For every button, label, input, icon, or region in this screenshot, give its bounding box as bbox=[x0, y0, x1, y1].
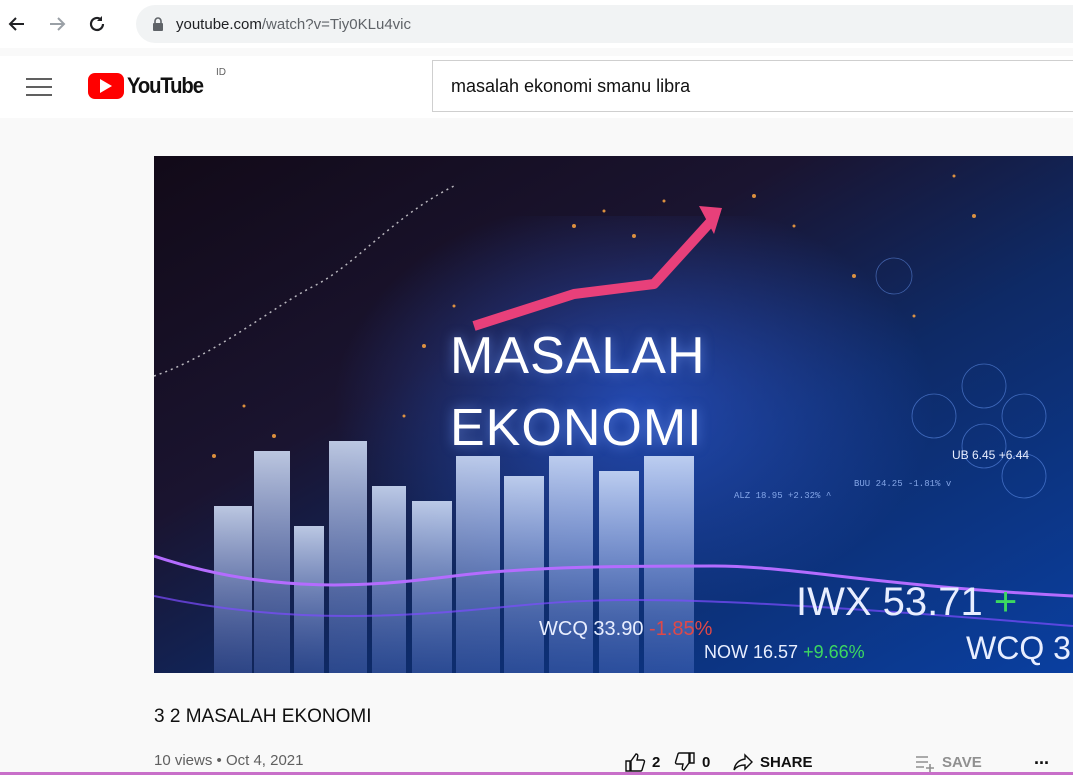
ticker-wcq-right: WCQ 3 bbox=[966, 630, 1071, 666]
svg-text:BUU 24.25 -1.81% v: BUU 24.25 -1.81% v bbox=[854, 479, 952, 489]
ticker-iwx-change: + bbox=[993, 580, 1018, 624]
like-button[interactable]: 2 bbox=[624, 752, 660, 772]
search-input[interactable]: masalah ekonomi smanu libra bbox=[432, 60, 1073, 112]
save-label: SAVE bbox=[942, 753, 982, 771]
svg-text:ALZ 18.95 +2.32% ^: ALZ 18.95 +2.32% ^ bbox=[734, 491, 831, 501]
more-icon: ... bbox=[1034, 748, 1050, 768]
ticker-now-value: NOW 16.57 bbox=[704, 642, 799, 662]
arrow-left-icon bbox=[8, 17, 24, 31]
browser-toolbar: youtube.com/watch?v=Tiy0KLu4vic bbox=[0, 0, 1073, 48]
hamburger-menu-icon[interactable] bbox=[26, 77, 52, 97]
share-button[interactable]: SHARE bbox=[732, 752, 813, 772]
ticker-wcq-change: -1.85% bbox=[649, 618, 713, 640]
logo-text: YouTube bbox=[127, 73, 204, 98]
share-icon bbox=[733, 753, 753, 771]
video-meta-row: 10 views • Oct 4, 2021 2 0 SHARE SAVE ..… bbox=[154, 748, 1073, 774]
region-code: ID bbox=[216, 67, 226, 78]
url-host: youtube.com bbox=[176, 15, 262, 33]
youtube-header: YouTube ID masalah ekonomi smanu libra bbox=[0, 56, 1073, 118]
ticker-wcq-mid: WCQ 33.90 -1.85% bbox=[539, 618, 712, 641]
like-count: 2 bbox=[652, 753, 661, 771]
youtube-logo[interactable]: YouTube ID bbox=[88, 67, 226, 99]
forward-button[interactable] bbox=[44, 11, 70, 37]
save-button[interactable]: SAVE bbox=[914, 752, 982, 772]
back-button[interactable] bbox=[4, 11, 30, 37]
share-label: SHARE bbox=[760, 753, 813, 771]
url-text: youtube.com/watch?v=Tiy0KLu4vic bbox=[176, 16, 411, 33]
ticker-ub: UB 6.45 +6.44 bbox=[952, 448, 1030, 462]
thumbnail-title-line1: MASALAH bbox=[450, 327, 706, 385]
video-player[interactable]: ALZ 18.95 +2.32% ^ BUU 24.25 -1.81% v MA… bbox=[154, 156, 1073, 673]
dislike-button[interactable]: 0 bbox=[674, 752, 710, 772]
video-stats: 10 views • Oct 4, 2021 bbox=[154, 752, 304, 769]
arrow-right-icon bbox=[50, 17, 66, 31]
ticker-now: NOW 16.57 +9.66% bbox=[704, 642, 865, 663]
ticker-iwx: IWX 53.71 + bbox=[796, 580, 1017, 625]
playlist-add-icon bbox=[916, 756, 934, 772]
dislike-count: 0 bbox=[702, 753, 711, 771]
reload-icon bbox=[89, 16, 105, 32]
ticker-iwx-value: IWX 53.71 bbox=[796, 580, 983, 624]
play-logo-icon bbox=[88, 73, 124, 99]
reload-button[interactable] bbox=[84, 11, 110, 37]
url-path: /watch?v=Tiy0KLu4vic bbox=[261, 15, 411, 33]
lock-icon bbox=[153, 17, 163, 31]
video-title: 3 2 MASALAH EKONOMI bbox=[154, 706, 372, 727]
thumbs-down-icon bbox=[674, 752, 695, 771]
thumbs-up-icon bbox=[625, 753, 646, 772]
address-bar[interactable]: youtube.com/watch?v=Tiy0KLu4vic bbox=[136, 5, 1073, 43]
ticker-now-change: +9.66% bbox=[803, 642, 865, 662]
ticker-wcq-value: WCQ 33.90 bbox=[539, 618, 644, 640]
more-actions-button[interactable]: ... bbox=[1034, 748, 1049, 769]
